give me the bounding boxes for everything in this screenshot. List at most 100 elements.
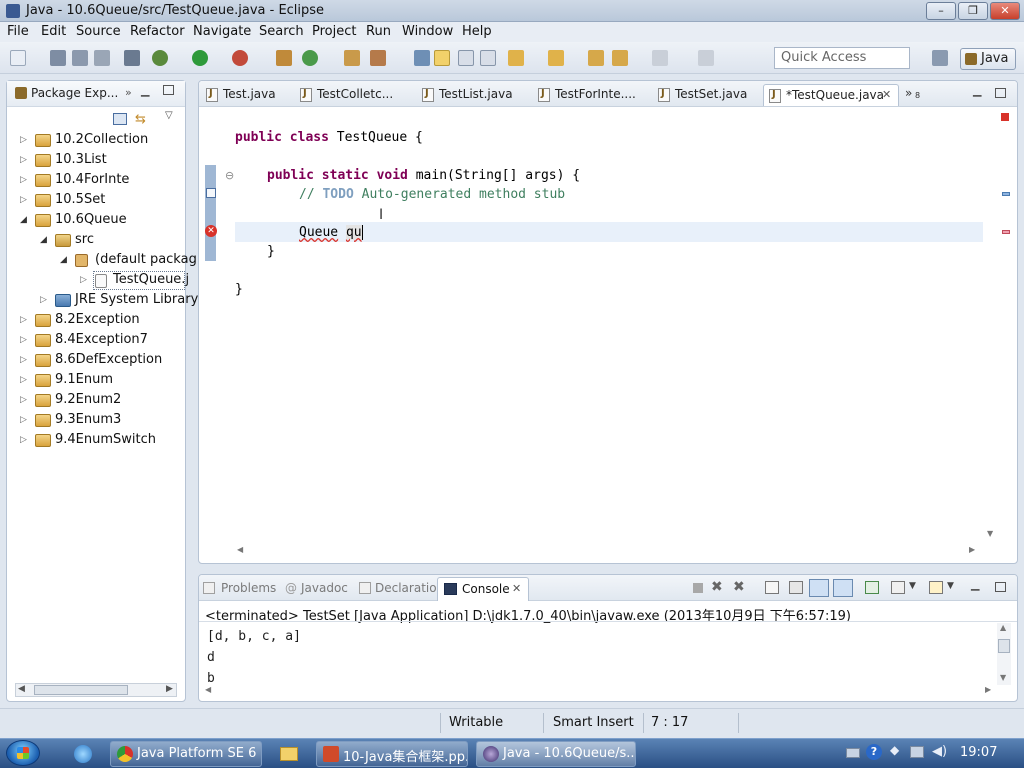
open-console-dropdown-icon[interactable]: ▼ — [947, 581, 954, 591]
tab-testcolletc[interactable]: TestColletc... — [295, 84, 395, 106]
taskbar-clock[interactable]: 19:07 — [960, 745, 997, 760]
task-marker-icon[interactable] — [206, 188, 216, 198]
run-icon[interactable] — [192, 50, 208, 66]
close-console-icon[interactable]: ✕ — [512, 582, 521, 595]
close-button[interactable]: ✕ — [990, 2, 1020, 20]
expand-arrow-icon[interactable]: ▷ — [20, 435, 27, 445]
minimize-editor-icon[interactable]: ▁ — [973, 84, 981, 97]
maximize-console-icon[interactable] — [995, 582, 1006, 592]
scroll-left-icon[interactable]: ◀ — [237, 545, 243, 554]
scroll-up-icon[interactable]: ▲ — [1000, 623, 1006, 632]
overview-error-mark[interactable] — [1002, 230, 1010, 234]
tab-console[interactable]: Console ✕ — [437, 577, 529, 601]
forward-icon[interactable] — [652, 50, 668, 66]
tab-testforinte[interactable]: TestForInte.... — [533, 84, 636, 106]
volume-icon[interactable]: ◀) — [932, 744, 947, 759]
scroll-left-icon[interactable]: ◀ — [205, 685, 211, 694]
block-selection-icon[interactable] — [458, 50, 474, 66]
view-menu-chevron-icon[interactable]: ▽ — [165, 110, 173, 121]
console-horizontal-scrollbar[interactable]: ◀ ▶ — [205, 685, 995, 697]
menu-run[interactable]: Run — [366, 24, 391, 39]
taskbar-chrome-button[interactable]: Java Platform SE 6 ... — [110, 741, 262, 767]
show-whitespace-icon[interactable] — [480, 50, 496, 66]
new-package-icon[interactable] — [276, 50, 292, 66]
remove-launch-icon[interactable]: ✖ — [711, 579, 723, 595]
collapse-all-icon[interactable] — [113, 113, 127, 125]
tab-testqueue-java[interactable]: *TestQueue.java✕ — [763, 84, 899, 106]
save-icon[interactable] — [50, 50, 66, 66]
show-on-stderr-icon[interactable] — [833, 579, 853, 597]
scroll-right-icon[interactable]: ▶ — [969, 545, 975, 554]
toggle-mark-icon[interactable] — [414, 50, 430, 66]
expand-arrow-icon[interactable]: ▷ — [20, 415, 27, 425]
view-menu-icon[interactable]: » — [125, 86, 132, 99]
display-console-icon[interactable] — [891, 581, 905, 594]
scroll-down-icon[interactable]: ▼ — [987, 529, 993, 538]
start-button[interactable] — [6, 740, 40, 766]
terminate-icon[interactable] — [693, 583, 703, 593]
run-external-icon[interactable] — [232, 50, 248, 66]
show-on-stdout-icon[interactable] — [809, 579, 829, 597]
taskbar-powerpoint-button[interactable]: 10-Java集合框架.pp... — [316, 741, 468, 767]
quick-access-input[interactable]: Quick Access — [774, 47, 910, 69]
expand-arrow-icon[interactable]: ▷ — [20, 135, 27, 145]
ie-icon[interactable] — [68, 741, 98, 767]
expand-arrow-icon[interactable]: ▷ — [20, 395, 27, 405]
next-annotation-icon[interactable] — [508, 50, 524, 66]
package-explorer-title[interactable]: Package Exp... — [31, 86, 118, 100]
maximize-editor-icon[interactable] — [995, 88, 1006, 98]
maximize-view-icon[interactable] — [163, 85, 174, 95]
collapse-arrow-icon[interactable]: ◢ — [60, 255, 67, 265]
menu-source[interactable]: Source — [76, 24, 121, 39]
code-editor[interactable]: public class TestQueue { public static v… — [235, 107, 983, 547]
editor-horizontal-scrollbar[interactable]: ◀ ▶ — [235, 545, 981, 559]
expand-arrow-icon[interactable]: ▷ — [20, 335, 27, 345]
keyboard-icon[interactable] — [846, 748, 860, 758]
tab-problems[interactable]: Problems — [221, 581, 276, 595]
explorer-icon[interactable] — [272, 741, 304, 767]
scroll-right-icon[interactable]: ▶ — [985, 685, 991, 694]
minimize-button[interactable]: – — [926, 2, 956, 20]
scroll-down-icon[interactable]: ▼ — [1000, 673, 1006, 682]
more-tabs-icon[interactable]: » — [905, 86, 912, 100]
pin-editor-icon[interactable] — [698, 50, 714, 66]
console-scroll-thumb[interactable] — [998, 639, 1010, 653]
display-console-dropdown-icon[interactable]: ▼ — [909, 581, 916, 591]
pin-console-icon[interactable] — [865, 581, 879, 594]
java-perspective-button[interactable]: Java — [960, 48, 1016, 70]
menu-window[interactable]: Window — [402, 24, 453, 39]
expand-arrow-icon[interactable]: ▷ — [20, 375, 27, 385]
taskbar-eclipse-button[interactable]: Java - 10.6Queue/s... — [476, 741, 636, 767]
open-perspective-icon[interactable] — [932, 50, 948, 66]
expand-arrow-icon[interactable]: ▷ — [20, 355, 27, 365]
scroll-thumb[interactable] — [34, 685, 128, 695]
expand-arrow-icon[interactable]: ▷ — [80, 275, 87, 285]
maximize-button[interactable]: ❐ — [958, 2, 988, 20]
console-output[interactable]: [d, b, c, a] d b — [207, 626, 301, 689]
expand-arrow-icon[interactable]: ▷ — [20, 175, 27, 185]
expand-arrow-icon[interactable]: ▷ — [40, 295, 47, 305]
menu-navigate[interactable]: Navigate — [193, 24, 251, 39]
menu-edit[interactable]: Edit — [41, 24, 66, 39]
expand-arrow-icon[interactable]: ▷ — [20, 315, 27, 325]
tab-testlist-java[interactable]: TestList.java — [417, 84, 515, 106]
prev-annotation-icon[interactable] — [548, 50, 564, 66]
save-all-icon[interactable] — [72, 50, 88, 66]
clear-console-icon[interactable] — [765, 581, 779, 594]
expand-arrow-icon[interactable]: ▷ — [20, 155, 27, 165]
scroll-left-icon[interactable]: ◀ — [18, 684, 25, 694]
print-icon[interactable] — [94, 50, 110, 66]
tab-test-java[interactable]: Test.java — [201, 84, 276, 106]
back-icon[interactable] — [612, 50, 628, 66]
highlight-icon[interactable] — [434, 50, 450, 66]
scroll-right-icon[interactable]: ▶ — [166, 684, 173, 694]
network-icon[interactable] — [910, 746, 924, 758]
expand-arrow-icon[interactable]: ▷ — [20, 195, 27, 205]
last-edit-icon[interactable] — [588, 50, 604, 66]
overview-error-icon[interactable] — [1001, 113, 1009, 121]
tab-javadoc[interactable]: Javadoc — [301, 581, 348, 595]
collapse-arrow-icon[interactable]: ◢ — [40, 235, 47, 245]
collapse-arrow-icon[interactable]: ◢ — [20, 215, 27, 225]
menu-file[interactable]: File — [7, 24, 29, 39]
menu-help[interactable]: Help — [462, 24, 492, 39]
